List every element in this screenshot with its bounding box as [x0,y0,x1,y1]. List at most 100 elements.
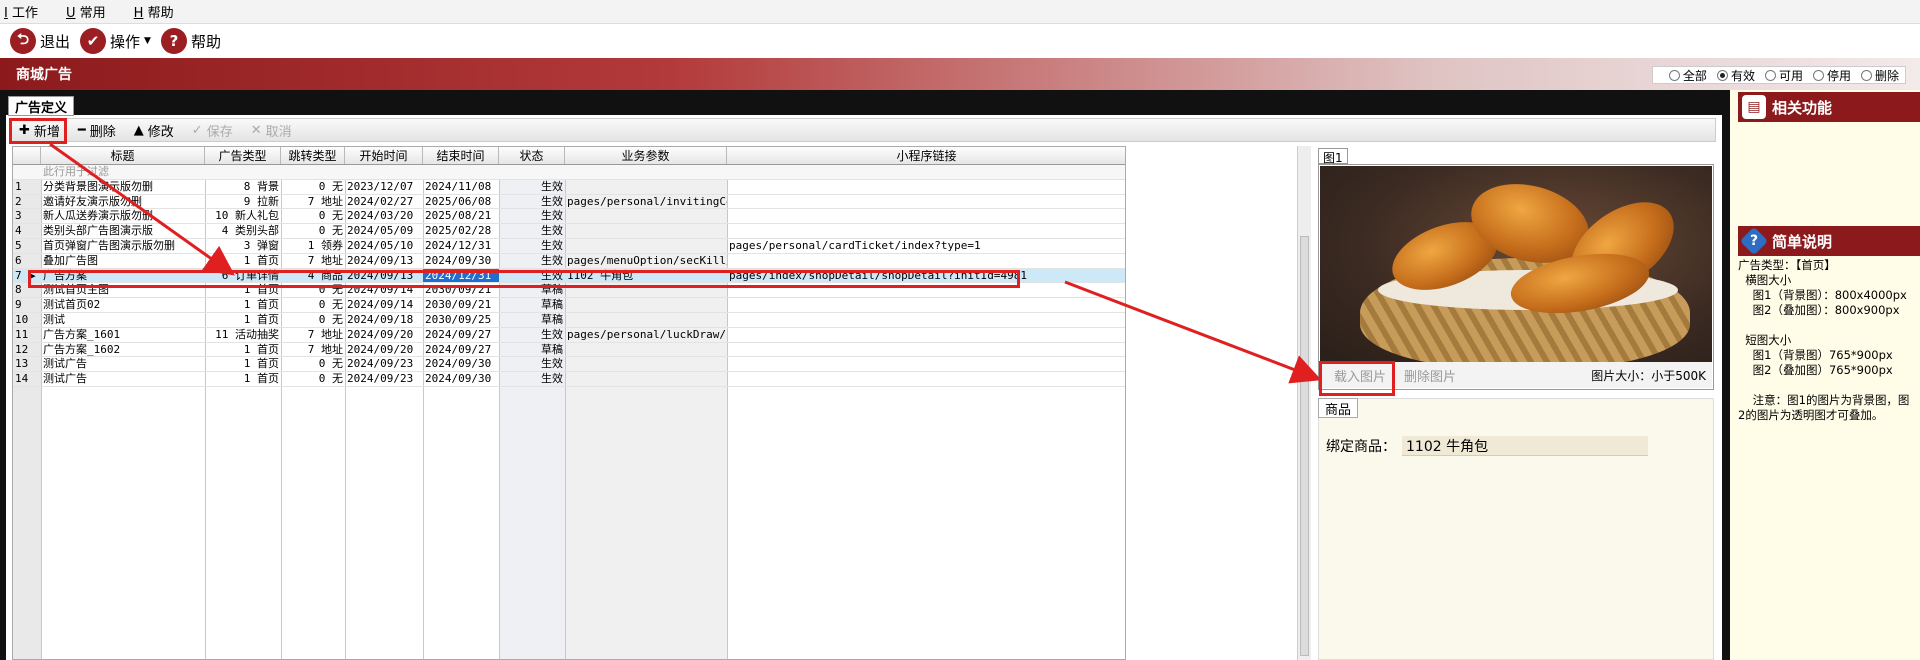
cell-param[interactable] [565,372,727,386]
cell-end[interactable]: 2025/08/21 [423,209,499,223]
table-row[interactable]: 14 测试广告 1 首页 0 无 2024/09/23 2024/09/30 生效 [13,372,1125,387]
cell-jump[interactable]: 0 无 [281,372,345,386]
help-button[interactable]: ? 帮助 [160,28,221,54]
cell-jump[interactable]: 7 地址 [281,328,345,342]
table-row[interactable]: 3 新人瓜送券演示版勿删 10 新人礼包 0 无 2024/03/20 2025/08/2… [13,209,1125,225]
tab-goods[interactable]: 商品 [1318,398,1359,418]
cell-start[interactable]: 2024/03/20 [345,209,423,223]
cell-end[interactable]: 2024/12/31 [423,239,499,253]
cell-status[interactable]: 生效 [499,224,565,238]
cell-end[interactable]: 2025/06/08 [423,195,499,209]
brief-description-header[interactable]: ? 简单说明 [1738,226,1920,256]
col-jumptype[interactable]: 跳转类型 [281,147,345,164]
table-row[interactable]: 9 测试首页02 1 首页 0 无 2024/09/14 2030/09/21 草稿 [13,298,1125,313]
col-end[interactable]: 结束时间 [423,147,499,164]
cell-end[interactable]: 2024/09/30 [423,254,499,268]
cell-adtype[interactable]: 1 首页 [205,372,281,386]
cell-param[interactable] [565,357,727,371]
table-row[interactable]: 1 分类背景图演示版勿删 8 背景 0 无 2023/12/07 2024/11/08 生效 [13,180,1125,195]
table-row[interactable]: 6 叠加广告图 1 首页 7 地址 2024/09/13 2024/09/30 生效 page… [13,254,1125,269]
cell-link[interactable] [727,209,1125,223]
cell-adtype[interactable]: 11 活动抽奖 [205,328,281,342]
cell-adtype[interactable]: 10 新人礼包 [205,209,281,223]
cell-status[interactable]: 草稿 [499,298,565,312]
filter-disabled[interactable]: 停用 [1812,67,1851,84]
cell-title[interactable]: 邀请好友演示版勿删 [41,195,205,209]
cell-start[interactable]: 2024/09/14 [345,298,423,312]
cell-start[interactable]: 2024/09/20 [345,343,423,357]
table-row[interactable]: 13 测试广告 1 首页 0 无 2024/09/23 2024/09/30 生效 [13,357,1125,373]
filter-available[interactable]: 可用 [1764,67,1803,84]
cell-start[interactable]: 2024/05/09 [345,224,423,238]
cell-adtype[interactable]: 4 类别头部 [205,224,281,238]
table-row[interactable]: 10 测试 1 首页 0 无 2024/09/18 2030/09/25 草稿 [13,313,1125,328]
cell-jump[interactable]: 0 无 [281,224,345,238]
table-row[interactable]: 12 广告方案_1602 1 首页 7 地址 2024/09/20 2024/09/27 草… [13,343,1125,358]
cell-title[interactable]: 测试广告 [41,357,205,371]
cell-start[interactable]: 2024/09/23 [345,357,423,371]
cell-link[interactable] [727,254,1125,268]
edit-button[interactable]: ▲ 修改 [134,121,174,140]
cell-param[interactable]: pages/personal/invitingCou [565,195,727,209]
cell-status[interactable]: 生效 [499,372,565,386]
cell-status[interactable]: 生效 [499,209,565,223]
cell-param[interactable]: pages/menuOption/secKill/i [565,254,727,268]
cell-title[interactable]: 广告方案_1602 [41,343,205,357]
cell-param[interactable] [565,180,727,194]
cell-param[interactable]: pages/personal/luckDraw/in [565,328,727,342]
cell-jump[interactable]: 0 无 [281,313,345,327]
cell-title[interactable]: 分类背景图演示版勿删 [41,180,205,194]
cell-title[interactable]: 叠加广告图 [41,254,205,268]
table-row[interactable]: 2 邀请好友演示版勿删 9 拉新 7 地址 2024/02/27 2025/06/08 生效… [13,195,1125,210]
menu-work[interactable]: I 工作 [4,2,52,21]
cell-adtype[interactable]: 1 首页 [205,254,281,268]
table-row[interactable]: 11 广告方案_1601 11 活动抽奖 7 地址 2024/09/20 2024/09/… [13,328,1125,343]
cell-link[interactable] [727,313,1125,327]
cell-adtype[interactable]: 1 首页 [205,298,281,312]
filter-deleted[interactable]: 删除 [1860,67,1899,84]
tab-ad-definition[interactable]: 广告定义 [8,96,75,116]
cell-jump[interactable]: 7 地址 [281,343,345,357]
cell-link[interactable] [727,328,1125,342]
cell-start[interactable]: 2024/09/13 [345,254,423,268]
cell-end[interactable]: 2024/09/27 [423,343,499,357]
cancel-button[interactable]: ✕ 取消 [251,121,292,140]
exit-button[interactable]: ⮌ 退出 [10,28,70,54]
cell-status[interactable]: 生效 [499,254,565,268]
cell-start[interactable]: 2024/05/10 [345,239,423,253]
cell-adtype[interactable]: 3 弹窗 [205,239,281,253]
cell-link[interactable] [727,195,1125,209]
cell-param[interactable] [565,209,727,223]
cell-status[interactable]: 生效 [499,239,565,253]
cell-title[interactable]: 广告方案_1601 [41,328,205,342]
cell-status[interactable]: 生效 [499,180,565,194]
table-row[interactable]: 4 类别头部广告图演示版 4 类别头部 0 无 2024/05/09 2025/02/28… [13,224,1125,239]
cell-start[interactable]: 2024/09/23 [345,372,423,386]
cell-jump[interactable]: 0 无 [281,209,345,223]
cell-status[interactable]: 草稿 [499,313,565,327]
cell-jump[interactable]: 0 无 [281,180,345,194]
cell-status[interactable]: 生效 [499,195,565,209]
col-title[interactable]: 标题 [41,147,205,164]
cell-status[interactable]: 草稿 [499,343,565,357]
cell-jump[interactable]: 7 地址 [281,254,345,268]
cell-adtype[interactable]: 9 拉新 [205,195,281,209]
filter-all[interactable]: 全部 [1668,67,1707,84]
cell-adtype[interactable]: 1 首页 [205,343,281,357]
cell-end[interactable]: 2030/09/21 [423,298,499,312]
vertical-scrollbar[interactable] [1297,146,1311,660]
cell-jump[interactable]: 1 领券 [281,239,345,253]
cell-title[interactable]: 测试广告 [41,372,205,386]
cell-title[interactable]: 新人瓜送券演示版勿删 [41,209,205,223]
cell-link[interactable] [727,372,1125,386]
col-start[interactable]: 开始时间 [345,147,423,164]
cell-status[interactable]: 生效 [499,328,565,342]
filter-valid[interactable]: 有效 [1716,67,1755,84]
cell-link[interactable]: pages/personal/cardTicket/index?type=1 [727,239,1125,253]
cell-start[interactable]: 2024/02/27 [345,195,423,209]
cell-status[interactable]: 生效 [499,357,565,371]
cell-title[interactable]: 类别头部广告图演示版 [41,224,205,238]
cell-link[interactable] [727,343,1125,357]
cell-title[interactable]: 首页弹窗广告图演示版勿删 [41,239,205,253]
cell-title[interactable]: 测试首页02 [41,298,205,312]
